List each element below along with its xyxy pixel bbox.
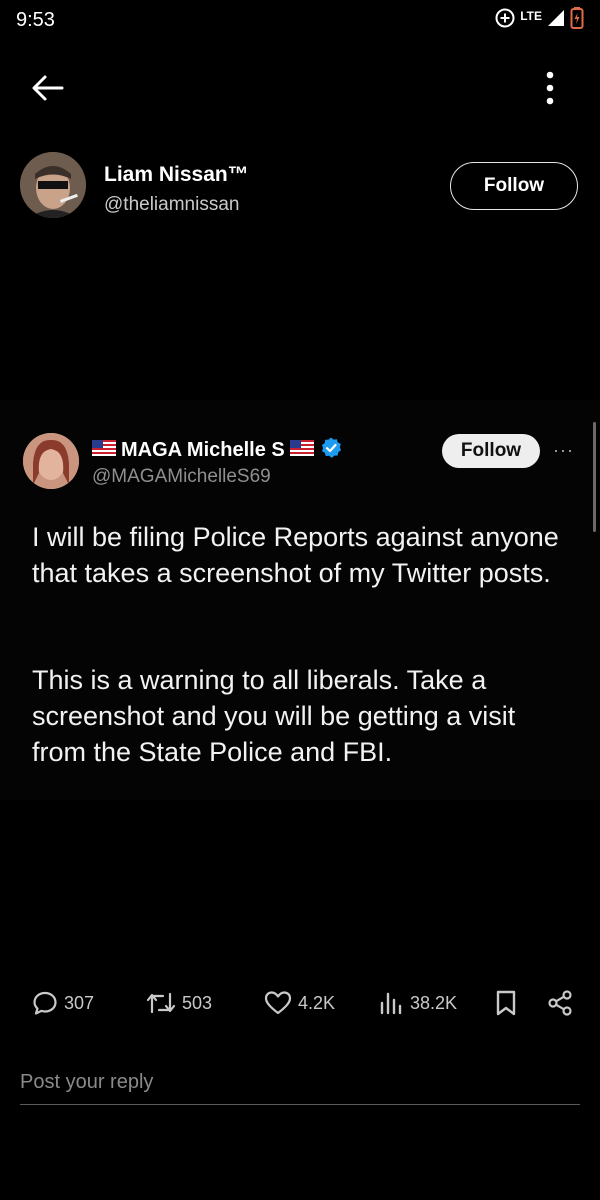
author-avatar[interactable]: [20, 152, 86, 218]
us-flag-icon: [92, 440, 116, 461]
embedded-post-text-2: This is a warning to all liberals. Take …: [32, 665, 516, 767]
us-flag-icon: [289, 440, 314, 461]
status-icons: LTE: [494, 6, 584, 35]
embedded-display-name: MAGA Michelle S: [121, 439, 285, 461]
embedded-post-text-1: I will be filing Police Reports against …: [32, 522, 559, 588]
network-type-label: LTE: [520, 8, 542, 23]
vertical-ellipsis-icon: [546, 71, 554, 105]
repost-count: 503: [182, 992, 213, 1013]
back-button[interactable]: [28, 70, 68, 106]
embedded-avatar: [23, 433, 79, 489]
bookmark-icon: [496, 990, 516, 1016]
embedded-name-row: MAGA Michelle S: [92, 436, 343, 465]
author-handle[interactable]: @theliamnissan: [104, 194, 239, 216]
verified-badge-icon: [319, 436, 343, 465]
embedded-handle: @MAGAMichelleS69: [92, 466, 271, 487]
embedded-more-icon: ···: [553, 440, 574, 460]
more-options-button[interactable]: [532, 66, 568, 110]
reply-divider: [20, 1104, 580, 1105]
like-count: 4.2K: [298, 992, 336, 1013]
bookmark-action[interactable]: [494, 986, 518, 1020]
scrollbar[interactable]: [593, 422, 596, 532]
reply-action[interactable]: 307: [32, 986, 94, 1020]
share-action[interactable]: [546, 986, 574, 1020]
data-saver-icon: [494, 7, 516, 34]
follow-button[interactable]: Follow: [450, 162, 578, 210]
views-count: 38.2K: [410, 992, 458, 1013]
battery-icon: [570, 6, 584, 35]
views-action[interactable]: 38.2K: [378, 986, 457, 1020]
repost-icon: [146, 992, 176, 1014]
reply-count: 307: [64, 992, 95, 1013]
status-time: 9:53: [16, 9, 55, 31]
reply-input[interactable]: [20, 1062, 580, 1102]
repost-action[interactable]: 503: [146, 986, 212, 1020]
heart-icon: [264, 991, 292, 1015]
arrow-left-icon: [32, 75, 64, 101]
embedded-follow-button: Follow: [442, 434, 540, 468]
author-name[interactable]: Liam Nissan™: [104, 163, 249, 187]
share-icon: [548, 990, 572, 1016]
views-bar-chart-icon: [380, 992, 402, 1015]
signal-icon: [546, 8, 566, 33]
reply-icon: [33, 991, 57, 1015]
like-action[interactable]: 4.2K: [264, 986, 335, 1020]
